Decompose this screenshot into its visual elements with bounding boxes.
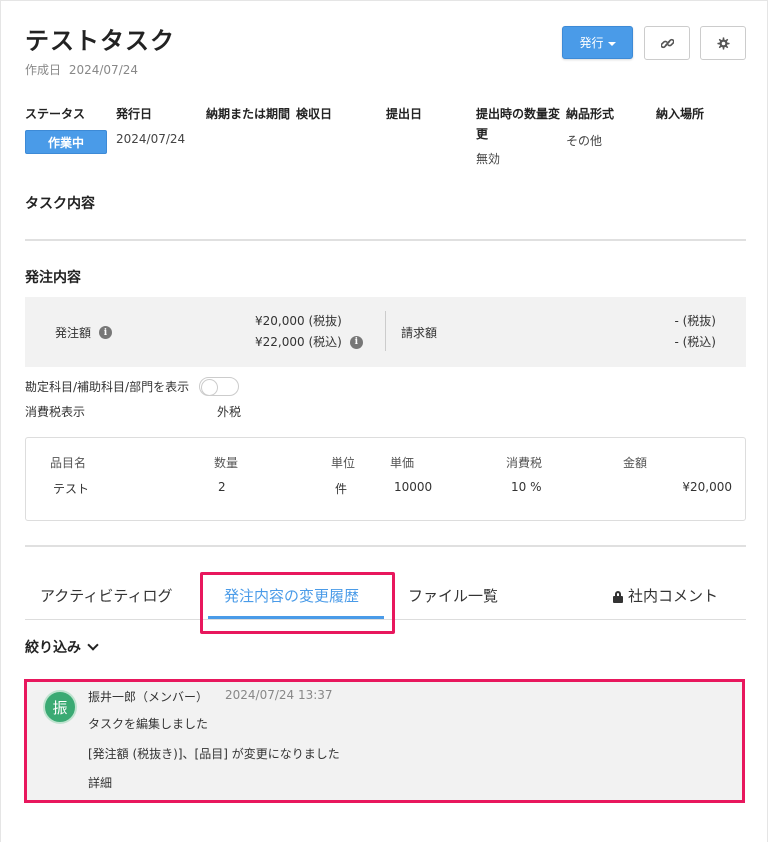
account-toggle-row: 勘定科目/補助科目/部門を表示 (25, 377, 240, 396)
order-amount-incl: ¥22,000 (税込) (255, 335, 342, 349)
divider (25, 239, 746, 241)
issue-button[interactable]: 発行 (562, 26, 633, 59)
meta-submit: 提出日 (386, 104, 474, 124)
tax-display-value: 外税 (217, 405, 242, 419)
issue-date-value: 2024/07/24 (116, 132, 186, 146)
tax-display-label: 消費税表示 (25, 405, 86, 419)
delivery-format-value: その他 (566, 134, 603, 148)
column-header: 消費税 (506, 456, 543, 470)
delivery-place-label: 納入場所 (656, 107, 705, 121)
divider (385, 311, 386, 351)
tab-internal-comment-label: 社内コメント (628, 587, 719, 605)
account-toggle[interactable] (199, 377, 240, 396)
meta-delivery-format: 納品形式 その他 (566, 104, 654, 149)
gear-icon (716, 36, 730, 50)
link-icon (660, 38, 674, 48)
order-amount-incl-row: ¥22,000 (税込) i (255, 332, 363, 353)
meta-status: ステータス 作業中 (25, 104, 113, 154)
avatar: 振 (43, 690, 77, 724)
task-content-title: タスク内容 (25, 196, 95, 212)
order-amount-label-wrap: 発注額 i (55, 324, 113, 341)
divider (25, 545, 746, 547)
info-icon[interactable]: i (99, 326, 113, 339)
submit-label: 提出日 (386, 107, 423, 121)
created-value: 2024/07/24 (68, 63, 139, 77)
activity-timestamp: 2024/07/24 13:37 (225, 688, 333, 702)
account-toggle-label: 勘定科目/補助科目/部門を表示 (25, 380, 190, 394)
created-date: 作成日 2024/07/24 (25, 61, 138, 78)
item-qty-cell: 2 (218, 480, 226, 494)
meta-issue-date: 発行日 2024/07/24 (116, 104, 204, 146)
delivery-format-label: 納品形式 (566, 107, 615, 121)
status-badge: 作業中 (25, 130, 107, 154)
item-name-cell: テスト (53, 482, 90, 496)
issue-button-label: 発行 (579, 36, 604, 50)
meta-qty-change: 提出時の数量変更 無効 (476, 104, 560, 167)
tab-file-list[interactable]: ファイル一覧 (408, 585, 498, 606)
column-header: 金額 (623, 456, 648, 470)
task-detail-page: テストタスク 作成日 2024/07/24 発行 ステータス 作業中 発行日 2… (0, 0, 768, 842)
item-price-cell: 10000 (394, 480, 433, 494)
meta-inspection: 検収日 (296, 104, 384, 124)
activity-change-summary: [発注額 (税抜き)]、[品目] が変更になりました (88, 747, 340, 761)
order-amount-excl: ¥20,000 (税抜) (255, 314, 342, 328)
tab-internal-comment[interactable]: 社内コメント (613, 585, 718, 606)
filter-label: 絞り込み (25, 640, 81, 656)
meta-delivery-place: 納入場所 (656, 104, 744, 124)
column-header: 単位 (331, 456, 356, 470)
tab-activity-log[interactable]: アクティビティログ (40, 585, 172, 606)
column-header: 品目名 (50, 456, 87, 470)
bill-amount-incl: - (税込) (674, 335, 716, 349)
activity-message: タスクを編集しました (88, 717, 209, 731)
settings-button[interactable] (700, 26, 746, 60)
order-summary: 発注額 i ¥20,000 (税抜) ¥22,000 (税込) i 請求額 - … (25, 297, 746, 367)
qty-change-label: 提出時の数量変更 (476, 107, 561, 141)
tax-display-row: 消費税表示 外税 (25, 403, 241, 420)
order-title: 発注内容 (25, 270, 81, 286)
due-label: 納期または期間 (206, 107, 291, 121)
status-label: ステータス (25, 107, 86, 121)
qty-change-value: 無効 (476, 152, 501, 166)
item-amount-cell: ¥20,000 (682, 480, 732, 494)
caret-down-icon (607, 41, 616, 46)
lock-icon (613, 591, 623, 603)
bill-amount-excl: - (税抜) (674, 314, 716, 328)
bill-amount-label: 請求額 (401, 326, 438, 340)
page-title: テストタスク (25, 27, 175, 55)
meta-due: 納期または期間 (206, 104, 290, 124)
order-amount-values: ¥20,000 (税抜) ¥22,000 (税込) i (255, 311, 363, 353)
created-label: 作成日 (25, 63, 62, 77)
filter-toggle[interactable]: 絞り込み (25, 637, 99, 657)
item-tax-cell: 10 % (511, 480, 542, 494)
order-amount-label: 発注額 (55, 326, 92, 340)
activity-entry: 振 振井一郎（メンバー） 2024/07/24 13:37 タスクを編集しました… (24, 679, 745, 803)
bill-amount-values: - (税抜) - (税込) (674, 311, 716, 353)
item-unit-cell: 件 (335, 482, 348, 496)
activity-detail-link[interactable]: 詳細 (88, 774, 112, 791)
highlight-box-tab (200, 572, 395, 634)
items-table: 品目名 数量 単位 単価 消費税 金額 テスト 2 件 10000 10 % ¥… (25, 437, 746, 521)
column-header: 数量 (214, 456, 239, 470)
issue-date-label: 発行日 (116, 107, 153, 121)
column-header: 単価 (390, 456, 415, 470)
inspection-label: 検収日 (296, 107, 333, 121)
info-icon[interactable]: i (349, 336, 363, 349)
link-button[interactable] (644, 26, 690, 60)
chevron-down-icon (87, 639, 99, 651)
activity-user: 振井一郎（メンバー） (88, 690, 209, 704)
